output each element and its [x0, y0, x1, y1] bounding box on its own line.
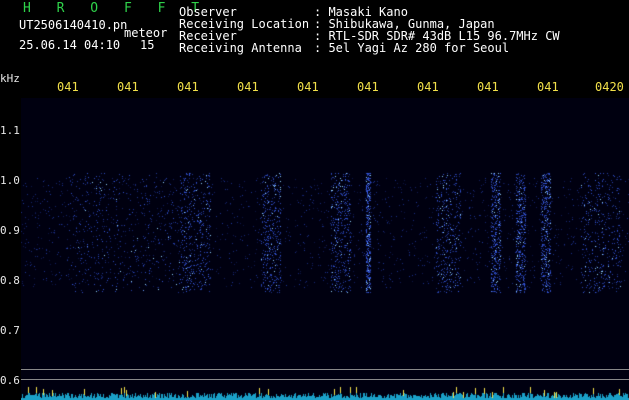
time-tick-label: 041	[57, 80, 79, 94]
freq-tick-label: 0.8	[0, 274, 20, 287]
time-tick-label: 041	[237, 80, 259, 94]
time-tick-label: 041	[297, 80, 319, 94]
freq-tick-label: 0.7	[0, 324, 20, 337]
time-tick-label: 0420	[595, 80, 624, 94]
reference-line	[21, 369, 629, 370]
freq-tick-label: 0.6	[0, 374, 20, 387]
timestamp: 25.06.14 04:10	[19, 38, 121, 52]
spectrogram	[21, 98, 629, 400]
time-tick-label: 041	[537, 80, 559, 94]
time-tick-label: 041	[477, 80, 499, 94]
file-name: UT2506140410.pn	[19, 18, 128, 32]
time-tick-label: 041	[417, 80, 439, 94]
freq-unit-label: kHz	[0, 72, 20, 85]
time-tick-label: 041	[177, 80, 199, 94]
freq-tick-label: 1.0	[0, 174, 20, 187]
freq-tick-label: 1.1	[0, 124, 20, 137]
time-tick-label: 041	[117, 80, 139, 94]
info-label: Receiving Antenna	[179, 41, 302, 55]
info-antenna: Receiving Antenna : 5el Yagi Az 280 for S…	[179, 42, 509, 54]
count-value: 15	[140, 38, 155, 52]
freq-tick-label: 0.9	[0, 224, 20, 237]
info-value: : 5el Yagi Az 280 for Seoul	[314, 41, 510, 55]
reference-line	[21, 379, 629, 380]
time-tick-label: 041	[357, 80, 379, 94]
